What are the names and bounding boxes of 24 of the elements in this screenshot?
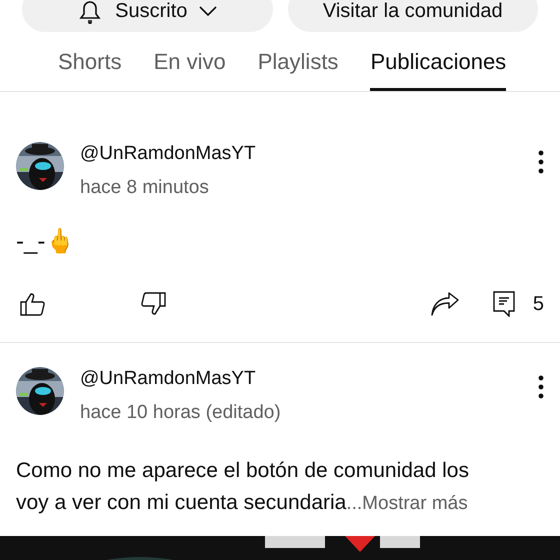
dislike-button[interactable]: [140, 292, 166, 316]
tab[interactable]: Playlists: [258, 34, 338, 91]
show-more-link[interactable]: ...Mostrar más: [346, 493, 468, 514]
visit-community-button[interactable]: Visitar la comunidad: [288, 0, 538, 32]
comment-count: 5: [532, 292, 544, 317]
more-options-button[interactable]: [538, 375, 544, 399]
avatar[interactable]: [16, 367, 64, 415]
avatar[interactable]: [16, 142, 64, 190]
channel-name[interactable]: @UnRamdonMasYT: [80, 142, 522, 166]
tab[interactable]: Shorts: [58, 34, 122, 91]
post-text: Como no me aparece el botón de comunidad los voy a ver con mi cuenta secundaria...Mostrar más: [16, 458, 470, 516]
post-time: hace 10 horas (editado): [80, 401, 282, 425]
share-button[interactable]: [430, 292, 459, 316]
comments-button[interactable]: [492, 291, 515, 317]
tab[interactable]: En vivo: [154, 34, 226, 91]
tab[interactable]: Publicaciones: [370, 34, 506, 91]
more-options-button[interactable]: [538, 150, 544, 174]
subscribed-button[interactable]: Suscrito: [22, 0, 272, 32]
bell-icon: [77, 0, 104, 24]
post-time: hace 8 minutos: [80, 176, 210, 200]
post-text: -_-🖕: [16, 227, 76, 257]
chevron-down-icon: [199, 6, 218, 16]
channel-name[interactable]: @UnRamdonMasYT: [80, 367, 522, 391]
like-button[interactable]: [20, 292, 46, 316]
